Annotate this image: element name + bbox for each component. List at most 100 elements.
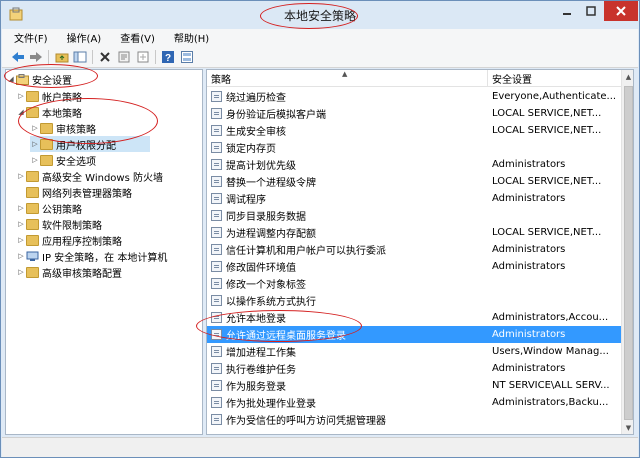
policy-row[interactable]: 为进程调整内存配额 LOCAL SERVICE,NET... — [207, 224, 621, 241]
column-header-security-setting[interactable]: 安全设置 — [488, 70, 622, 87]
collapsed-arrow-icon[interactable]: ▷ — [30, 140, 40, 148]
policy-icon — [211, 91, 222, 102]
tree-item-app-control[interactable]: ▷ 应用程序控制策略 — [16, 232, 122, 248]
close-button[interactable] — [604, 1, 638, 21]
tree-item-windows-firewall[interactable]: ▷ 高级安全 Windows 防火墙 — [16, 168, 163, 184]
policy-icon — [211, 397, 222, 408]
collapsed-arrow-icon[interactable]: ▷ — [16, 236, 26, 244]
tree-item-network-list-manager[interactable]: 网络列表管理器策略 — [16, 184, 132, 200]
tree-item-label: IP 安全策略，在 本地计算机 — [42, 252, 168, 264]
show-tree-icon — [73, 51, 87, 63]
sort-ascending-icon: ▲ — [342, 70, 348, 78]
tree-item-account-policies[interactable]: ▷ 帐户策略 — [16, 88, 82, 104]
status-bar — [2, 437, 638, 457]
close-icon — [616, 6, 626, 16]
folder-icon — [40, 122, 53, 134]
policy-setting: Administrators — [492, 193, 566, 204]
properties-button[interactable] — [116, 49, 132, 65]
tree-item-user-rights-assignment[interactable]: ▷ 用户权限分配 — [30, 136, 150, 152]
policy-row[interactable]: 作为批处理作业登录 Administrators,Backu... — [207, 394, 621, 411]
title-bar[interactable]: 本地安全策略 — [1, 1, 639, 29]
delete-button[interactable] — [97, 49, 113, 65]
collapsed-arrow-icon[interactable]: ▷ — [30, 124, 40, 132]
tree-item-security-options[interactable]: ▷ 安全选项 — [30, 152, 96, 168]
policy-setting: Administrators,Accou... — [492, 312, 609, 323]
folder-icon — [40, 154, 53, 166]
policy-row[interactable]: 锁定内存页 — [207, 139, 621, 156]
tree-item-label: 应用程序控制策略 — [42, 236, 122, 248]
tree-item-advanced-audit[interactable]: ▷ 高级审核策略配置 — [16, 264, 122, 280]
tree-item-local-policies[interactable]: ◢ 本地策略 — [16, 104, 82, 120]
tree-pane[interactable]: ◢ 安全设置 ▷ 帐户策略 ◢ 本地策略 ▷ 审核策略 ▷ 用户权限分配 ▷ 安… — [5, 69, 203, 435]
policy-setting: LOCAL SERVICE,NET... — [492, 227, 602, 238]
view-button[interactable] — [179, 49, 195, 65]
collapsed-arrow-icon[interactable]: ▷ — [16, 220, 26, 228]
policy-icon — [211, 329, 222, 340]
folder-icon — [26, 90, 39, 102]
forward-button[interactable] — [28, 49, 44, 65]
column-header-policy[interactable]: 策略 ▲ — [207, 70, 488, 87]
scrollbar-thumb[interactable] — [624, 86, 633, 420]
policy-row[interactable]: 绕过遍历检查 Everyone,Authenticate... — [207, 88, 621, 105]
menu-action[interactable]: 操作(A) — [55, 30, 109, 45]
policy-icon — [211, 380, 222, 391]
menu-bar: 文件(F) 操作(A) 查看(V) 帮助(H) — [2, 29, 638, 46]
policy-row[interactable]: 替换一个进程级令牌 LOCAL SERVICE,NET... — [207, 173, 621, 190]
policy-setting: Administrators — [492, 329, 566, 340]
properties-icon — [118, 51, 130, 63]
policy-row[interactable]: 作为服务登录 NT SERVICE\ALL SERV... — [207, 377, 621, 394]
policy-row-selected[interactable]: 允许通过远程桌面服务登录 Administrators — [207, 326, 621, 343]
menu-file[interactable]: 文件(F) — [2, 30, 55, 45]
toolbar-separator — [155, 50, 156, 64]
scroll-down-icon[interactable]: ▼ — [622, 421, 633, 434]
expand-arrow-icon[interactable]: ◢ — [16, 108, 26, 116]
tree-item-security-settings[interactable]: ◢ 安全设置 — [6, 71, 72, 87]
folder-icon — [26, 234, 39, 246]
policy-row[interactable]: 同步目录服务数据 — [207, 207, 621, 224]
menu-help[interactable]: 帮助(H) — [162, 30, 216, 45]
maximize-button[interactable] — [579, 1, 603, 21]
policy-setting: Administrators,Backu... — [492, 397, 609, 408]
policy-row[interactable]: 作为受信任的呼叫方访问凭据管理器 — [207, 411, 621, 428]
back-button[interactable] — [10, 49, 26, 65]
tree-item-public-key-policies[interactable]: ▷ 公钥策略 — [16, 200, 82, 216]
policy-setting: LOCAL SERVICE,NET... — [492, 125, 602, 136]
collapsed-arrow-icon[interactable]: ▷ — [16, 92, 26, 100]
policy-row[interactable]: 生成安全审核 LOCAL SERVICE,NET... — [207, 122, 621, 139]
policy-row[interactable]: 身份验证后模拟客户端 LOCAL SERVICE,NET... — [207, 105, 621, 122]
policy-row[interactable]: 执行卷维护任务 Administrators — [207, 360, 621, 377]
collapsed-arrow-icon[interactable]: ▷ — [16, 268, 26, 276]
policy-row[interactable]: 修改固件环境值 Administrators — [207, 258, 621, 275]
policy-row[interactable]: 提高计划优先级 Administrators — [207, 156, 621, 173]
scroll-up-icon[interactable]: ▲ — [622, 70, 633, 83]
tree-item-software-restriction[interactable]: ▷ 软件限制策略 — [16, 216, 102, 232]
tree-item-label: 本地策略 — [42, 108, 82, 120]
collapsed-arrow-icon[interactable]: ▷ — [16, 172, 26, 180]
policy-row[interactable]: 增加进程工作集 Users,Window Manag... — [207, 343, 621, 360]
tree-item-audit-policy[interactable]: ▷ 审核策略 — [30, 120, 96, 136]
column-header-label: 安全设置 — [492, 74, 532, 86]
minimize-button[interactable] — [555, 1, 579, 21]
policy-setting: Administrators — [492, 261, 566, 272]
policy-name: 执行卷维护任务 — [226, 365, 296, 376]
policy-row[interactable]: 调试程序 Administrators — [207, 190, 621, 207]
expand-arrow-icon[interactable]: ◢ — [6, 75, 16, 83]
policy-row[interactable]: 信任计算机和用户帐户可以执行委派 Administrators — [207, 241, 621, 258]
vertical-scrollbar[interactable]: ▲ ▼ — [621, 70, 633, 434]
policy-icon — [211, 108, 222, 119]
menu-view[interactable]: 查看(V) — [108, 30, 162, 45]
policy-setting: LOCAL SERVICE,NET... — [492, 108, 602, 119]
collapsed-arrow-icon[interactable]: ▷ — [16, 252, 26, 260]
policy-name: 修改一个对象标签 — [226, 280, 306, 291]
show-tree-button[interactable] — [72, 49, 88, 65]
help-button[interactable]: ? — [160, 49, 176, 65]
policy-row[interactable]: 允许本地登录 Administrators,Accou... — [207, 309, 621, 326]
collapsed-arrow-icon[interactable]: ▷ — [16, 204, 26, 212]
up-folder-button[interactable] — [54, 49, 70, 65]
tree-item-ip-security[interactable]: ▷ IP 安全策略，在 本地计算机 — [16, 248, 167, 264]
ip-security-icon — [26, 251, 39, 261]
collapsed-arrow-icon[interactable]: ▷ — [30, 156, 40, 164]
policy-row[interactable]: 修改一个对象标签 — [207, 275, 621, 292]
export-button[interactable] — [135, 49, 151, 65]
policy-row[interactable]: 以操作系统方式执行 — [207, 292, 621, 309]
